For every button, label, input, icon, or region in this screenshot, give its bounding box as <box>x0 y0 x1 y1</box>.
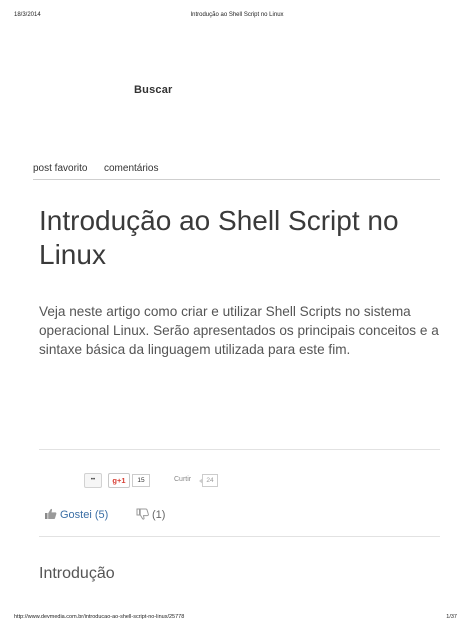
article-tabs: post favorito comentários <box>33 163 440 180</box>
dislike-vote-label: (1) <box>152 509 166 521</box>
like-button[interactable]: Curtir <box>174 476 191 483</box>
thumbs-down-icon <box>136 508 149 520</box>
gplus-count: 15 <box>132 474 150 487</box>
share-bar: •• g+1 15 Curtir 24 <box>0 472 474 490</box>
thumbs-up-icon <box>45 508 57 519</box>
divider <box>39 536 440 537</box>
like-count: 24 <box>199 474 218 487</box>
article-lead: Veja neste artigo como criar e utilizar … <box>39 304 439 357</box>
search-link[interactable]: Buscar <box>134 84 173 96</box>
gplus-button[interactable]: g+1 <box>108 473 130 488</box>
dislike-vote-button[interactable]: (1) <box>136 508 165 521</box>
article-title: Introdução ao Shell Script no Linux <box>39 205 399 270</box>
like-vote-label: Gostei (5) <box>60 509 109 521</box>
like-vote-button[interactable]: Gostei (5) <box>44 508 108 521</box>
section-heading: Introdução <box>39 565 115 582</box>
share-icon[interactable]: •• <box>84 473 102 488</box>
print-page-title: Introdução ao Shell Script no Linux <box>190 12 284 18</box>
tab-comentarios[interactable]: comentários <box>104 163 158 174</box>
divider <box>39 449 440 450</box>
tab-post-favorito[interactable]: post favorito <box>33 163 87 174</box>
page-number: 1/37 <box>446 614 457 620</box>
print-url: http://www.devmedia.com.br/introducao-ao… <box>14 614 185 620</box>
